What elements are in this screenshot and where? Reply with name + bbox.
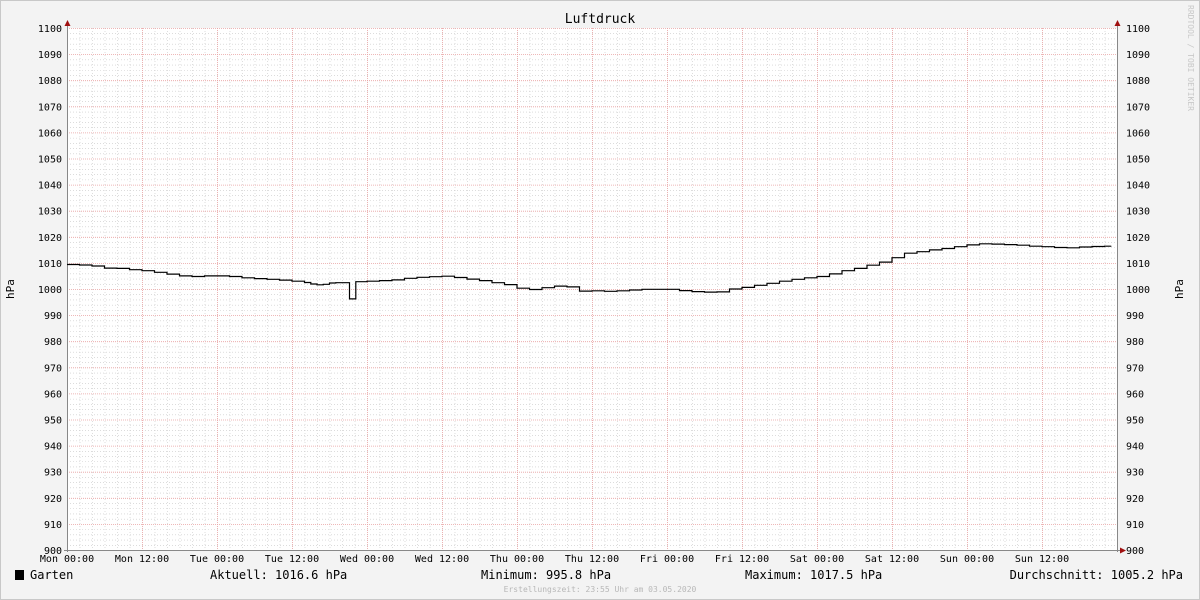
y-tick-label-left: 960 <box>44 389 62 400</box>
y-tick-label-right: 1070 <box>1126 102 1150 113</box>
y-tick-label-left: 1060 <box>38 128 62 139</box>
y-tick-label-right: 960 <box>1126 389 1144 400</box>
y-tick-label-right: 970 <box>1126 363 1144 374</box>
y-tick-label-left: 1010 <box>38 259 62 270</box>
y-tick-label-left: 1020 <box>38 233 62 244</box>
y-tick-label-right: 1020 <box>1126 233 1150 244</box>
x-tick-label: Tue 00:00 <box>190 554 244 565</box>
y-tick-label-left: 980 <box>44 337 62 348</box>
legend-average: Durchschnitt: 1005.2 hPa <box>1010 568 1183 582</box>
y-tick-label-left: 940 <box>44 442 62 453</box>
x-tick-label: Sun 12:00 <box>1015 554 1069 565</box>
y-tick-label-right: 1000 <box>1126 285 1150 296</box>
y-tick-label-right: 1080 <box>1126 76 1150 87</box>
y-tick-label-right: 930 <box>1126 468 1144 479</box>
y-tick-label-left: 1090 <box>38 50 62 61</box>
y-tick-label-left: 1070 <box>38 102 62 113</box>
watermark: RRDTOOL / TOBI OETIKER <box>1186 5 1195 111</box>
y-tick-label-right: 1100 <box>1126 24 1150 35</box>
chart-title: Luftdruck <box>565 12 636 27</box>
y-tick-label-right: 1090 <box>1126 50 1150 61</box>
y-tick-label-left: 1040 <box>38 181 62 192</box>
x-tick-label: Sat 12:00 <box>865 554 919 565</box>
y-tick-label-right: 900 <box>1126 546 1144 557</box>
y-tick-label-right: 1050 <box>1126 155 1150 166</box>
y-tick-label-left: 1100 <box>38 24 62 35</box>
x-tick-label: Mon 12:00 <box>115 554 169 565</box>
y-axis-label-left: hPa <box>4 279 17 299</box>
x-tick-label: Fri 00:00 <box>640 554 694 565</box>
x-tick-label: Sun 00:00 <box>940 554 994 565</box>
pressure-chart: 1100 1100 1090 1090 1080 1080 1070 1070 1060 1060… <box>0 0 1200 600</box>
x-tick-label: Mon 00:00 <box>40 554 94 565</box>
y-tick-label-left: 970 <box>44 363 62 374</box>
y-tick-label-right: 940 <box>1126 442 1144 453</box>
y-axis-label-right: hPa <box>1173 279 1186 299</box>
y-tick-label-right: 1010 <box>1126 259 1150 270</box>
y-tick-label-right: 1060 <box>1126 128 1150 139</box>
x-tick-label: Thu 00:00 <box>490 554 544 565</box>
y-tick-label-left: 930 <box>44 468 62 479</box>
plot-area <box>67 28 1117 550</box>
x-tick-label: Tue 12:00 <box>265 554 319 565</box>
y-tick-label-left: 990 <box>44 311 62 322</box>
legend-current: Aktuell: 1016.6 hPa <box>210 568 347 582</box>
x-tick-label: Fri 12:00 <box>715 554 769 565</box>
x-tick-label: Sat 00:00 <box>790 554 844 565</box>
legend-swatch <box>15 570 24 580</box>
y-tick-label-left: 1080 <box>38 76 62 87</box>
y-tick-label-left: 1000 <box>38 285 62 296</box>
x-tick-label: Wed 12:00 <box>415 554 469 565</box>
y-tick-label-left: 1030 <box>38 207 62 218</box>
y-tick-label-right: 910 <box>1126 520 1144 531</box>
y-tick-label-right: 950 <box>1126 416 1144 427</box>
legend-series-label: Garten <box>30 568 73 582</box>
y-tick-label-right: 1040 <box>1126 181 1150 192</box>
y-tick-label-left: 910 <box>44 520 62 531</box>
x-tick-label: Thu 12:00 <box>565 554 619 565</box>
y-tick-label-left: 1050 <box>38 155 62 166</box>
legend-maximum: Maximum: 1017.5 hPa <box>745 568 882 582</box>
y-tick-label-right: 1030 <box>1126 207 1150 218</box>
y-tick-label-right: 920 <box>1126 494 1144 505</box>
footer-timestamp: Erstellungszeit: 23:55 Uhr am 03.05.2020 <box>504 585 697 594</box>
y-tick-label-right: 980 <box>1126 337 1144 348</box>
x-tick-label: Wed 00:00 <box>340 554 394 565</box>
y-tick-label-right: 990 <box>1126 311 1144 322</box>
y-tick-label-left: 920 <box>44 494 62 505</box>
y-tick-label-left: 950 <box>44 416 62 427</box>
legend-minimum: Minimum: 995.8 hPa <box>481 568 611 582</box>
